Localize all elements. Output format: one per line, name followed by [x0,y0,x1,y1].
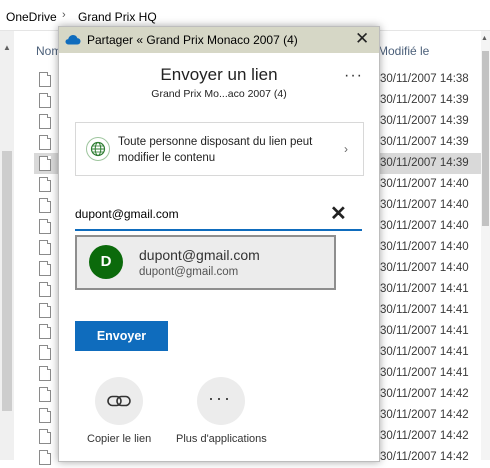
recipient-email-input[interactable] [75,205,345,223]
share-dialog: Partager « Grand Prix Monaco 2007 (4) ✕ … [58,26,380,462]
file-modified-date: 30/11/2007 14:39 [380,157,469,169]
link-permission-button[interactable]: Toute personne disposant du lien peut mo… [75,122,364,176]
avatar: D [89,245,123,279]
clear-input-icon[interactable]: ✕ [330,201,347,226]
file-modified-date: 30/11/2007 14:38 [380,73,469,85]
more-options-button[interactable]: ··· [344,67,363,85]
file-modified-date: 30/11/2007 14:41 [380,367,469,379]
file-icon [39,93,51,108]
file-icon [39,177,51,192]
scrollbar-thumb[interactable] [2,151,12,411]
file-icon [39,219,51,234]
suggestion-name: dupont@gmail.com [139,247,260,263]
nav-pane-scrollbar[interactable]: ▲ [0,31,14,460]
file-modified-date: 30/11/2007 14:42 [380,409,469,421]
scrollbar-thumb[interactable] [482,51,489,226]
file-modified-date: 30/11/2007 14:40 [380,241,469,253]
file-modified-date: 30/11/2007 14:40 [380,178,469,190]
column-header-modified[interactable]: Modifié le [378,44,429,58]
file-modified-date: 30/11/2007 14:39 [380,115,469,127]
globe-icon [86,137,110,161]
scroll-up-arrow-icon[interactable]: ▲ [3,43,11,52]
file-modified-date: 30/11/2007 14:41 [380,304,469,316]
breadcrumb-folder[interactable]: Grand Prix HQ [78,10,157,24]
file-icon [39,429,51,444]
contact-suggestion[interactable]: D dupont@gmail.com dupont@gmail.com [75,235,336,290]
close-icon[interactable]: ✕ [355,29,369,49]
file-modified-date: 30/11/2007 14:39 [380,94,469,106]
breadcrumb-separator: › [62,9,66,21]
scroll-up-arrow-icon[interactable]: ▲ [481,35,488,42]
more-apps-label: Plus d'applications [176,433,267,445]
file-icon [39,345,51,360]
link-permission-text: Toute personne disposant du lien peut mo… [118,136,313,164]
copy-link-label: Copier le lien [87,433,152,445]
dialog-heading: Envoyer un lien [160,65,278,84]
file-modified-date: 30/11/2007 14:42 [380,451,469,463]
more-apps-button[interactable]: ··· [197,377,245,425]
file-modified-date: 30/11/2007 14:41 [380,346,469,358]
file-modified-date: 30/11/2007 14:40 [380,262,469,274]
file-icon [39,135,51,150]
dialog-title: Partager « Grand Prix Monaco 2007 (4) [87,33,298,47]
file-icon [39,72,51,87]
file-modified-date: 30/11/2007 14:40 [380,199,469,211]
dialog-titlebar: Partager « Grand Prix Monaco 2007 (4) ✕ [59,27,379,53]
file-modified-date: 30/11/2007 14:39 [380,136,469,148]
file-icon [39,240,51,255]
more-dots-icon: ··· [208,388,232,408]
file-modified-date: 30/11/2007 14:41 [380,325,469,337]
file-modified-date: 30/11/2007 14:41 [380,283,469,295]
chevron-right-icon: › [344,142,348,156]
file-icon [39,450,51,465]
file-icon [39,114,51,129]
link-icon [107,395,131,407]
send-button[interactable]: Envoyer [75,321,168,351]
file-modified-date: 30/11/2007 14:42 [380,430,469,442]
file-modified-date: 30/11/2007 14:40 [380,220,469,232]
file-icon [39,261,51,276]
input-underline [75,229,362,231]
copy-link-button[interactable] [95,377,143,425]
breadcrumb-onedrive[interactable]: OneDrive [6,10,57,24]
file-list-scrollbar[interactable]: ▲ [481,31,490,460]
file-icon [39,387,51,402]
file-icon [39,408,51,423]
onedrive-cloud-icon [65,35,81,45]
file-modified-date: 30/11/2007 14:42 [380,388,469,400]
file-icon [39,156,51,171]
file-icon [39,282,51,297]
suggestion-email: dupont@gmail.com [139,266,239,278]
file-icon [39,324,51,339]
file-icon [39,303,51,318]
file-icon [39,198,51,213]
file-icon [39,366,51,381]
dialog-subheading: Grand Prix Mo...aco 2007 (4) [151,88,287,100]
